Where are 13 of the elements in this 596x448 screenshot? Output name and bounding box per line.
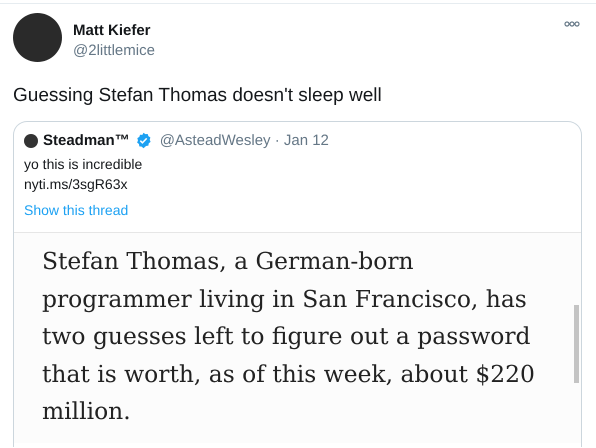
article-text: Stefan Thomas, a German-born programmer living in San Francisco, has two guesses left to figure out a password that is worth, as of this week, about $220 million.: [42, 246, 535, 427]
more-icon[interactable]: [564, 21, 580, 27]
tweet-text: Guessing Stefan Thomas doesn't sleep well: [13, 85, 383, 107]
quoted-tweet-text: yo this is incredible: [24, 155, 144, 174]
quoted-tweet-card[interactable]: [13, 121, 582, 447]
avatar-placeholder: [24, 134, 38, 148]
show-thread-link[interactable]: Show this thread: [24, 202, 128, 218]
quoted-tweet-text: nyti.ms/3sgR63x: [24, 175, 128, 194]
quoted-author-name: Steadman™: [43, 132, 130, 149]
author-handle[interactable]: @2littlemice: [73, 42, 553, 59]
avatar-placeholder[interactable]: [13, 13, 62, 62]
author-name[interactable]: Matt Kiefer: [73, 22, 553, 39]
quoted-author-handle-date: @AsteadWesley · Jan 12: [160, 132, 329, 149]
